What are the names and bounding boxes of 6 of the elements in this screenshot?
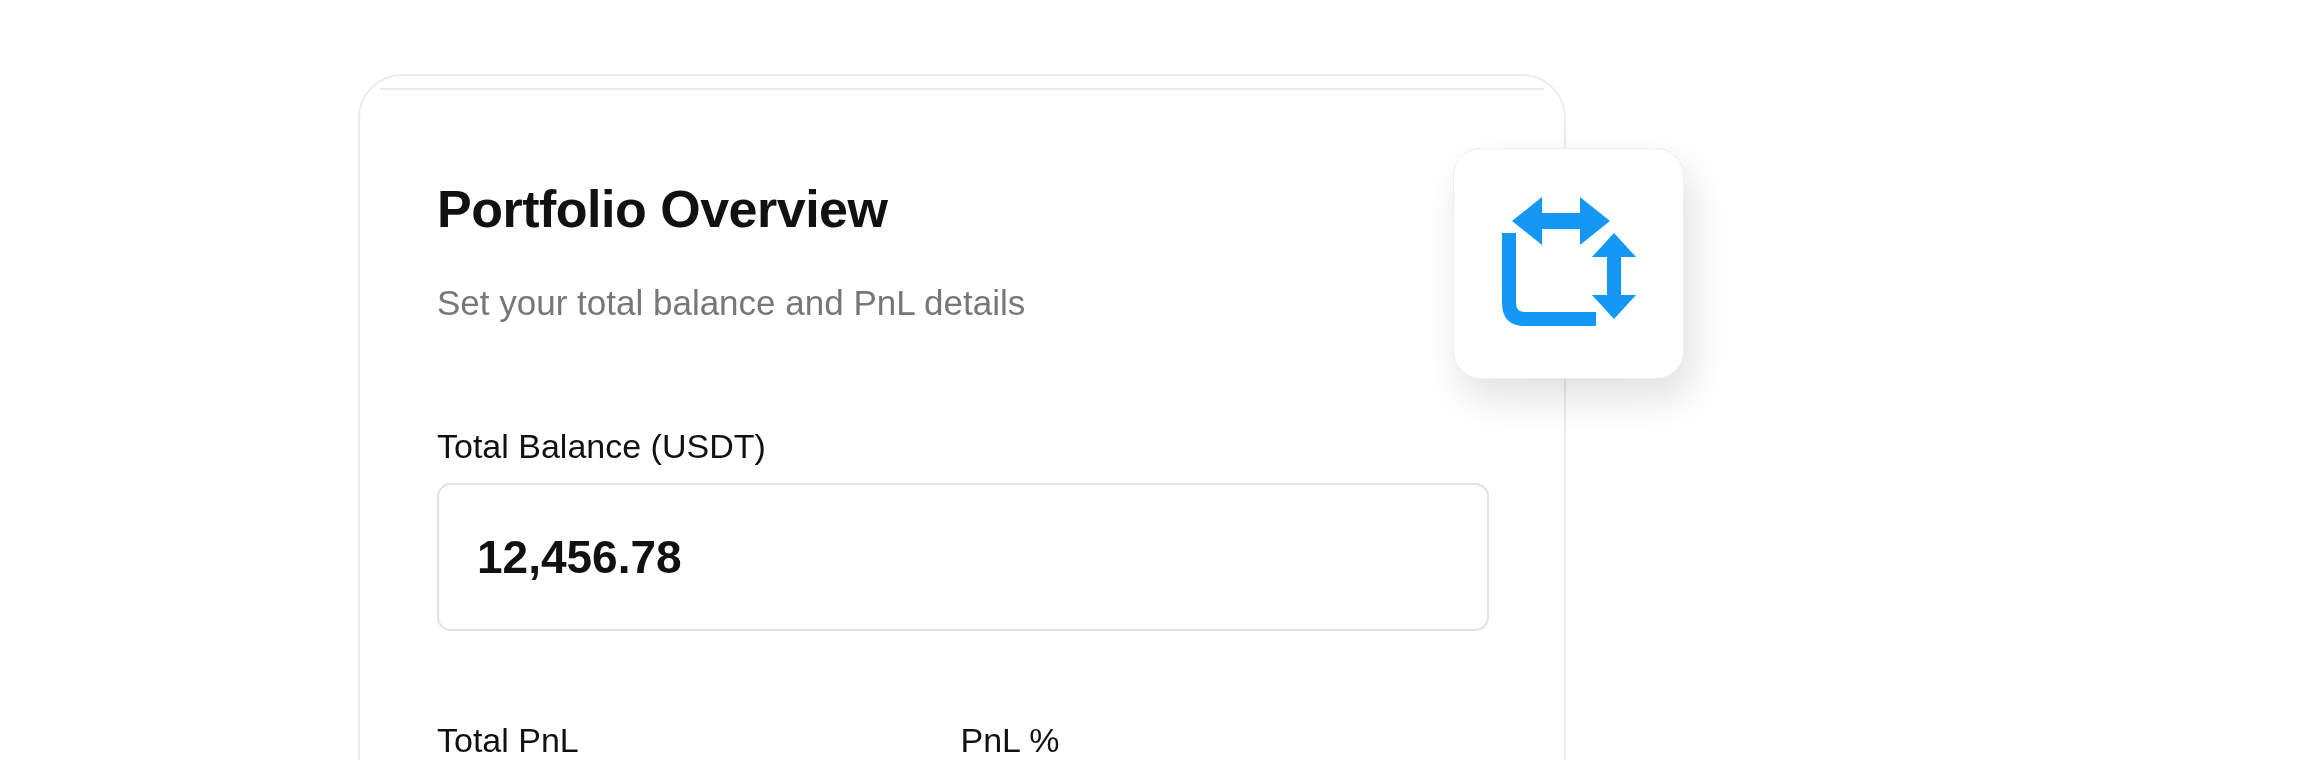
field-label: Total PnL	[437, 721, 579, 760]
card-title: Portfolio Overview	[437, 183, 889, 235]
field-label: Total Balance (USDT)	[437, 425, 767, 467]
field-label: PnL %	[960, 721, 1060, 760]
card-subtitle: Set your total balance and PnL details	[437, 282, 1027, 324]
balance-field[interactable]: 12,456.78	[437, 483, 1489, 632]
